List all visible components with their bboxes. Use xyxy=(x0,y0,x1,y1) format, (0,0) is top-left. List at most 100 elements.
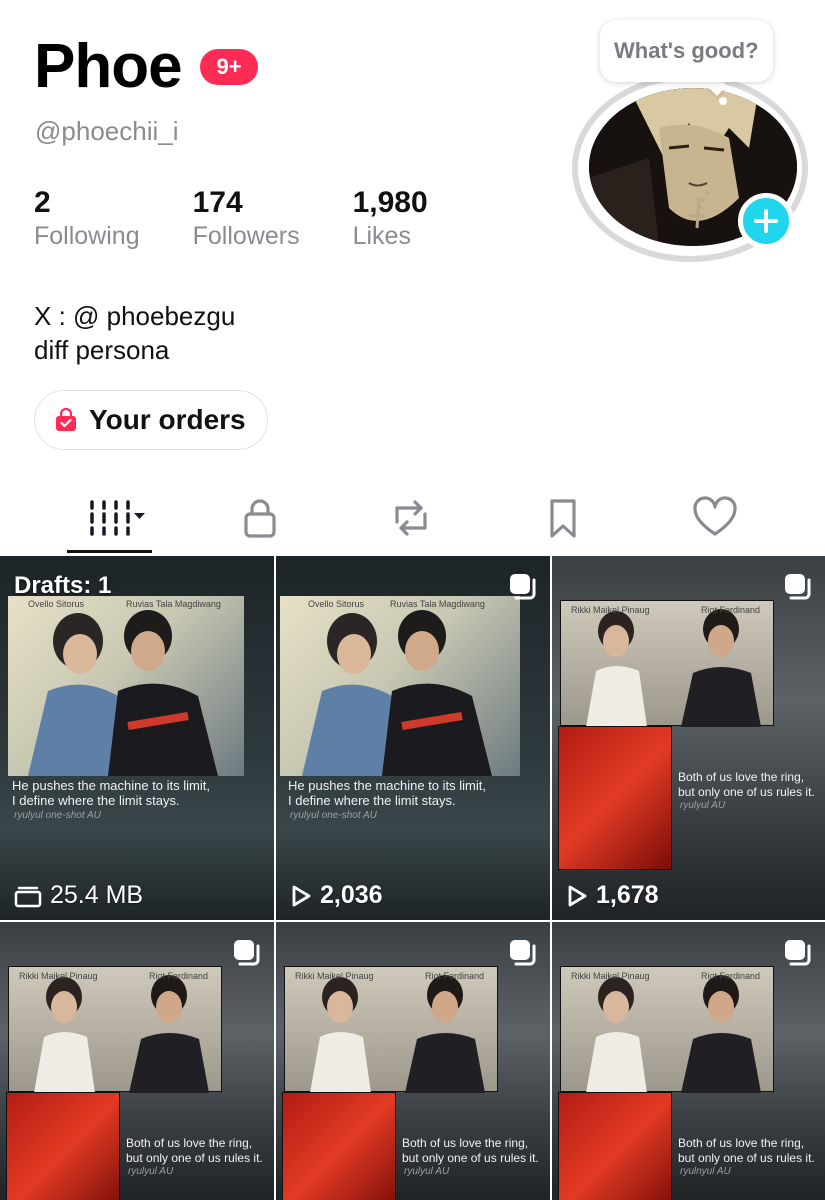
view-count: 1,678 xyxy=(596,881,659,909)
heart-icon xyxy=(693,496,737,536)
bio-line: X : @ phoebezgu xyxy=(34,301,236,331)
thumbnail-caption: Both of us love the ring, but only one o… xyxy=(678,1136,815,1166)
thumbnail-photo: Rikki Maikel Pinaug Riot Ferdinand xyxy=(8,966,222,1093)
caption-line: I define where the limit stays. xyxy=(12,793,180,808)
caption-line: Both of us love the ring, xyxy=(678,770,805,784)
bookmark-icon xyxy=(550,499,576,538)
thumbnail-name: Riot Ferdinand xyxy=(701,605,761,615)
thumbnail-photo-red xyxy=(6,1092,120,1200)
stat-following[interactable]: 2 Following xyxy=(34,186,140,252)
thumbnail-photo: Rikki Maikel Pinaug Riot Ferdinand xyxy=(560,600,774,727)
thumbnail-figures xyxy=(28,610,218,776)
bio-line: diff persona xyxy=(34,335,170,365)
stat-label: Followers xyxy=(192,222,300,250)
stat-followers[interactable]: 174 Followers xyxy=(193,186,300,252)
video-tile[interactable]: Ovello Sitorus Ruvias Tala Magdiwang He … xyxy=(276,556,550,920)
chevron-down-icon xyxy=(134,513,145,519)
caption-line: but only one of us rules it. xyxy=(126,1151,263,1165)
lock-icon xyxy=(244,499,276,538)
thumbnail-figures xyxy=(586,975,761,1093)
thumbnail-name: Rikki Maikel Pinaug xyxy=(295,971,374,981)
active-tab-indicator xyxy=(67,550,152,553)
caption-line: Both of us love the ring, xyxy=(402,1136,529,1150)
note-bubble-dot xyxy=(719,97,727,105)
thumbnail-name: Rikki Maikel Pinaug xyxy=(571,971,650,981)
thumbnail-credit: ryulnyul AU xyxy=(680,1166,731,1177)
thumbnail-caption: He pushes the machine to its limit, I de… xyxy=(288,778,486,808)
notification-badge[interactable]: 9+ xyxy=(200,49,258,85)
multi-clip-icon xyxy=(785,574,811,600)
caption-line: He pushes the machine to its limit, xyxy=(288,778,486,793)
play-icon xyxy=(568,885,587,906)
multi-clip-icon xyxy=(510,940,536,966)
multi-clip-icon xyxy=(785,940,811,966)
thumbnail-name: Riot Ferdinand xyxy=(425,971,485,981)
tab-private[interactable] xyxy=(205,480,315,556)
drafts-label: Drafts: 1 xyxy=(14,572,112,599)
thumbnail-name: Ovello Sitorus xyxy=(308,599,365,609)
play-count: 1,678 xyxy=(566,881,659,910)
thumbnail-name: Ovello Sitorus xyxy=(28,599,85,609)
orders-label: Your orders xyxy=(89,404,246,435)
profile-tabs xyxy=(0,480,825,556)
thumbnail-caption: Both of us love the ring, but only one o… xyxy=(126,1136,263,1166)
plus-icon xyxy=(754,209,778,233)
thumbnail-photo-red xyxy=(558,1092,672,1200)
shopping-bag-icon xyxy=(56,407,76,431)
thumbnail-name: Ruvias Tala Magdiwang xyxy=(390,599,485,609)
thumbnail-name: Ruvias Tala Magdiwang xyxy=(126,599,221,609)
thumbnail-credit: ryulyul one-shot AU xyxy=(290,810,377,821)
video-tile[interactable]: Rikki Maikel Pinaug Riot Ferdinand Both … xyxy=(0,922,274,1200)
caption-line: Both of us love the ring, xyxy=(678,1136,805,1150)
view-count: 2,036 xyxy=(320,881,383,909)
video-tile[interactable]: Rikki Maikel Pinaug Riot Ferdinand Both … xyxy=(552,556,825,920)
multi-clip-icon xyxy=(510,574,536,600)
caption-line: but only one of us rules it. xyxy=(678,785,815,799)
thumbnail-photo-red xyxy=(282,1092,396,1200)
your-orders-button[interactable]: Your orders xyxy=(34,390,268,450)
thumbnail-credit: ryulyul AU xyxy=(128,1166,174,1177)
thumbnail-name: Rikki Maikel Pinaug xyxy=(19,971,98,981)
note-bubble[interactable]: What's good? xyxy=(600,20,773,82)
play-count: 2,036 xyxy=(290,881,383,910)
caption-line: He pushes the machine to its limit, xyxy=(12,778,210,793)
thumbnail-photo: Rikki Maikel Pinaug Riot Ferdinand xyxy=(284,966,498,1093)
caption-line: but only one of us rules it. xyxy=(678,1151,815,1165)
thumbnail-caption: Both of us love the ring, but only one o… xyxy=(402,1136,539,1166)
storage-size: 25.4 MB xyxy=(50,881,144,909)
caption-line: Both of us love the ring, xyxy=(126,1136,253,1150)
caption-line: I define where the limit stays. xyxy=(288,793,456,808)
grid-icon xyxy=(90,500,145,536)
storage-icon xyxy=(14,886,42,907)
add-avatar-button[interactable] xyxy=(738,193,794,249)
profile-stats: 2 Following 174 Followers 1,980 Likes xyxy=(34,186,481,252)
tab-liked[interactable] xyxy=(660,480,770,556)
thumbnail-credit: ryulyul AU xyxy=(680,800,726,811)
thumbnail-photo: Ovello Sitorus Ruvias Tala Magdiwang xyxy=(280,596,520,776)
stat-label: Following xyxy=(34,222,140,250)
multi-clip-icon xyxy=(234,940,260,966)
display-name: Phoe xyxy=(34,32,183,101)
thumbnail-caption: He pushes the machine to its limit, I de… xyxy=(12,778,210,808)
stat-value: 2 xyxy=(34,186,51,219)
thumbnail-figures xyxy=(310,975,485,1093)
video-tile[interactable]: Rikki Maikel Pinaug Riot Ferdinand Both … xyxy=(276,922,550,1200)
stat-likes[interactable]: 1,980 Likes xyxy=(353,186,428,252)
thumbnail-name: Riot Ferdinand xyxy=(701,971,761,981)
username: @phoechii_i xyxy=(35,116,179,146)
thumbnail-figures xyxy=(586,609,761,727)
tab-favorites[interactable] xyxy=(508,480,618,556)
thumbnail-caption: Both of us love the ring, but only one o… xyxy=(678,770,815,800)
thumbnail-credit: ryulyul one-shot AU xyxy=(14,810,101,821)
tab-reposts[interactable] xyxy=(356,480,466,556)
thumbnail-photo-red xyxy=(558,726,672,870)
thumbnail-name: Rikki Maikel Pinaug xyxy=(571,605,650,615)
drafts-tile[interactable]: Ovello Sitorus Ruvias Tala Magdiwang He … xyxy=(0,556,274,920)
stat-value: 1,980 xyxy=(352,186,428,219)
bio: X : @ phoebezgu diff persona xyxy=(34,299,235,367)
video-count: 25.4 MB xyxy=(14,881,143,910)
tab-videos[interactable] xyxy=(58,480,168,556)
stat-value: 174 xyxy=(192,186,243,219)
thumbnail-figures xyxy=(302,610,492,776)
video-tile[interactable]: Rikki Maikel Pinaug Riot Ferdinand Both … xyxy=(552,922,825,1200)
